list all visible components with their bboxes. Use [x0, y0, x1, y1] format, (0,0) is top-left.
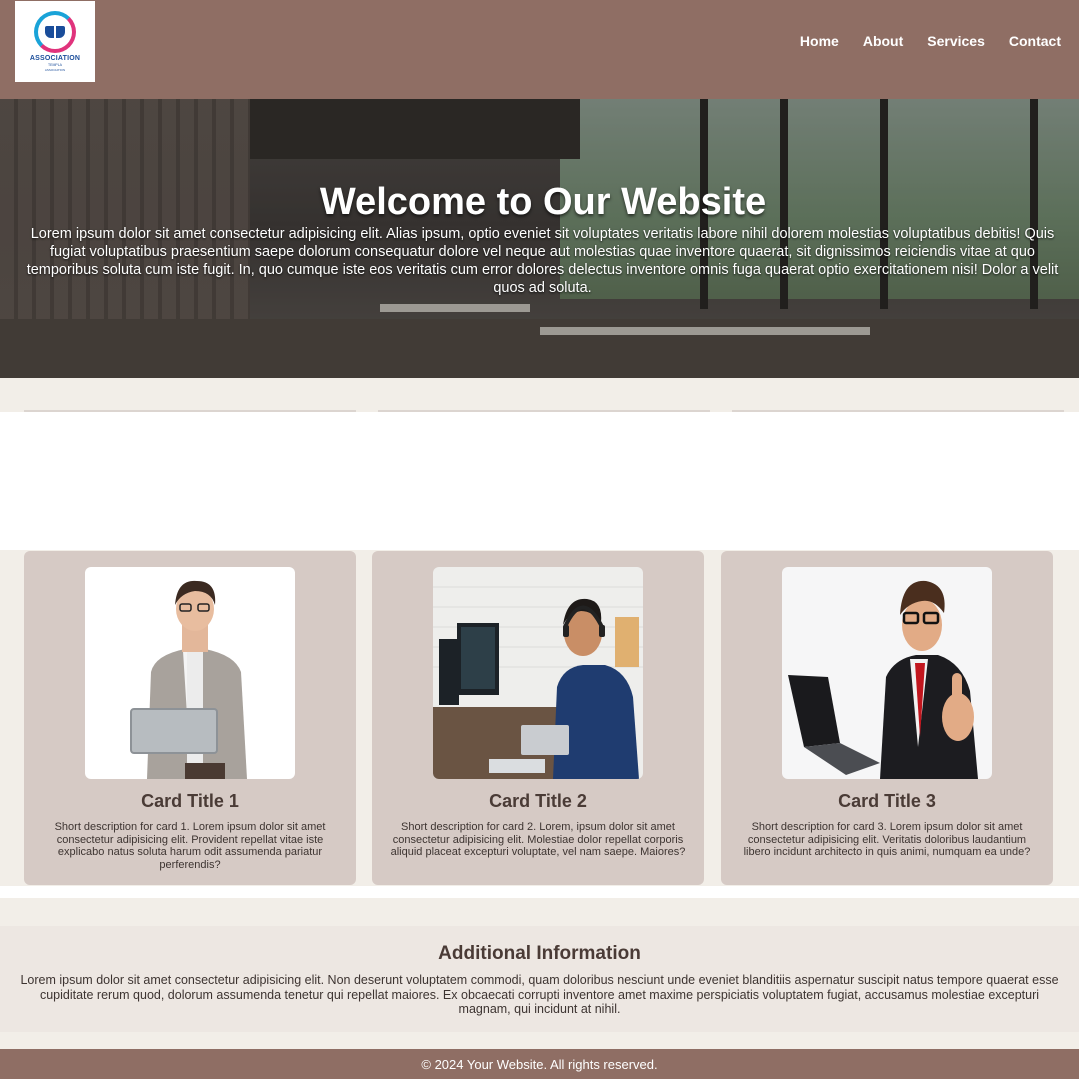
site-header: ASSOCIATION TEMPLA ASSOCIATION Home Abou… — [0, 0, 1079, 99]
card-1-image — [85, 567, 295, 779]
site-logo[interactable]: ASSOCIATION TEMPLA ASSOCIATION — [15, 1, 95, 82]
section-divider — [0, 886, 1079, 898]
book-icon — [45, 26, 65, 38]
card-3[interactable]: Card Title 3 Short description for card … — [721, 551, 1053, 885]
card-3-description: Short description for card 3. Lorem ipsu… — [743, 821, 1031, 858]
nav-contact-link[interactable]: Contact — [1009, 33, 1061, 49]
additional-info-section: Additional Information Lorem ipsum dolor… — [0, 926, 1079, 1032]
card-1[interactable]: Card Title 1 Short description for card … — [24, 551, 356, 885]
card-2-image — [433, 567, 643, 779]
logo-text: ASSOCIATION — [29, 55, 81, 62]
card-1-title: Card Title 1 — [141, 791, 239, 811]
blank-section — [0, 412, 1079, 550]
site-footer: © 2024 Your Website. All rights reserved… — [0, 1049, 1079, 1079]
card-1-description: Short description for card 1. Lorem ipsu… — [54, 821, 326, 871]
card-3-title: Card Title 3 — [838, 791, 936, 811]
main-nav: Home About Services Contact — [800, 33, 1061, 49]
card-3-image — [782, 567, 992, 779]
info-title: Additional Information — [438, 943, 641, 964]
card-2-description: Short description for card 2. Lorem, ips… — [390, 821, 686, 858]
hero-banner: Welcome to Our Website Lorem ipsum dolor… — [0, 99, 1079, 378]
section-spacer — [0, 378, 1079, 412]
logo-emblem-icon — [34, 11, 76, 53]
card-2[interactable]: Card Title 2 Short description for card … — [372, 551, 704, 885]
logo-subtext: TEMPLA — [47, 63, 62, 67]
card-2-title: Card Title 2 — [489, 791, 587, 811]
hero-title: Welcome to Our Website — [319, 181, 767, 223]
nav-about-link[interactable]: About — [863, 33, 903, 49]
logo-subtext-2: ASSOCIATION — [44, 68, 66, 72]
info-text: Lorem ipsum dolor sit amet consectetur a… — [20, 973, 1059, 1016]
nav-services-link[interactable]: Services — [927, 33, 985, 49]
hero-description: Lorem ipsum dolor sit amet consectetur a… — [26, 226, 1059, 296]
nav-home-link[interactable]: Home — [800, 33, 839, 49]
footer-copyright: © 2024 Your Website. All rights reserved… — [421, 1057, 658, 1072]
